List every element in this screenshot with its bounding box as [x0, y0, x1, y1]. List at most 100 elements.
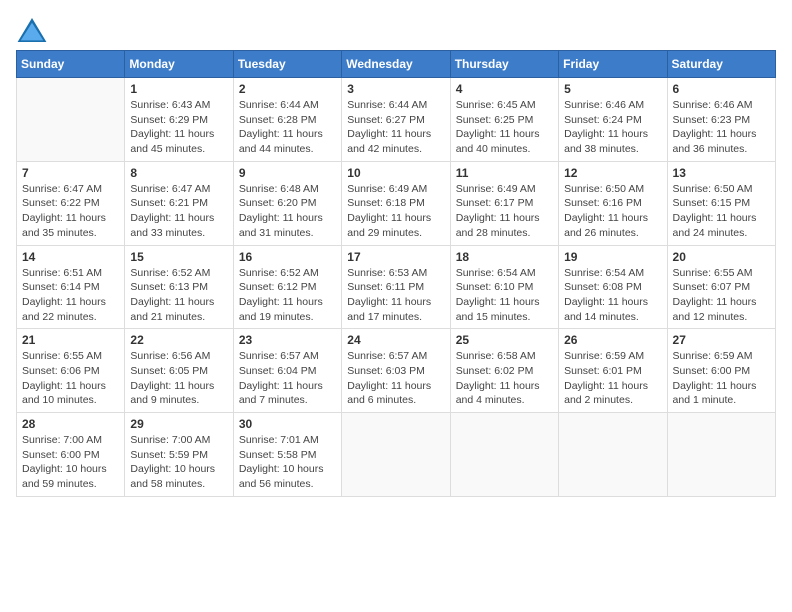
- calendar-cell: 12 Sunrise: 6:50 AMSunset: 6:16 PMDayligh…: [559, 161, 667, 245]
- calendar-cell: 1 Sunrise: 6:43 AMSunset: 6:29 PMDaylight…: [125, 78, 233, 162]
- calendar-week-row: 1 Sunrise: 6:43 AMSunset: 6:29 PMDaylight…: [17, 78, 776, 162]
- calendar-cell: 7Sunrise: 6:47 AMSunset: 6:22 PMDaylight…: [17, 161, 125, 245]
- calendar-cell: 23 Sunrise: 6:57 AMSunset: 6:04 PMDayligh…: [233, 329, 341, 413]
- calendar-cell: 6Sunrise: 6:46 AMSunset: 6:23 PMDaylight…: [667, 78, 775, 162]
- day-number: 19: [564, 250, 661, 264]
- weekday-header-monday: Monday: [125, 51, 233, 78]
- day-number: 5: [564, 82, 661, 96]
- day-number: 7: [22, 166, 119, 180]
- calendar-cell: 14 Sunrise: 6:51 AMSunset: 6:14 PMDayligh…: [17, 245, 125, 329]
- day-info: Sunrise: 6:52 AMSunset: 6:13 PMDaylight:…: [130, 266, 227, 325]
- day-info: Sunrise: 6:59 AMSunset: 6:00 PMDaylight:…: [673, 349, 770, 408]
- calendar-cell: [342, 413, 450, 497]
- calendar-cell: 24 Sunrise: 6:57 AMSunset: 6:03 PMDayligh…: [342, 329, 450, 413]
- day-info: Sunrise: 6:51 AMSunset: 6:14 PMDaylight:…: [22, 266, 119, 325]
- day-number: 18: [456, 250, 553, 264]
- calendar-cell: 18 Sunrise: 6:54 AMSunset: 6:10 PMDayligh…: [450, 245, 558, 329]
- day-number: 4: [456, 82, 553, 96]
- calendar-week-row: 21 Sunrise: 6:55 AMSunset: 6:06 PMDayligh…: [17, 329, 776, 413]
- calendar-week-row: 7Sunrise: 6:47 AMSunset: 6:22 PMDaylight…: [17, 161, 776, 245]
- calendar-cell: 29 Sunrise: 7:00 AMSunset: 5:59 PMDayligh…: [125, 413, 233, 497]
- weekday-header-tuesday: Tuesday: [233, 51, 341, 78]
- day-number: 26: [564, 333, 661, 347]
- day-info: Sunrise: 6:54 AMSunset: 6:08 PMDaylight:…: [564, 266, 661, 325]
- day-number: 21: [22, 333, 119, 347]
- calendar-cell: 26Sunrise: 6:59 AMSunset: 6:01 PMDayligh…: [559, 329, 667, 413]
- day-info: Sunrise: 6:53 AMSunset: 6:11 PMDaylight:…: [347, 266, 444, 325]
- calendar-cell: 25 Sunrise: 6:58 AMSunset: 6:02 PMDayligh…: [450, 329, 558, 413]
- day-number: 15: [130, 250, 227, 264]
- day-number: 14: [22, 250, 119, 264]
- calendar-cell: 20Sunrise: 6:55 AMSunset: 6:07 PMDayligh…: [667, 245, 775, 329]
- calendar-cell: 3Sunrise: 6:44 AMSunset: 6:27 PMDaylight…: [342, 78, 450, 162]
- day-info: Sunrise: 6:43 AMSunset: 6:29 PMDaylight:…: [130, 98, 227, 157]
- weekday-header-sunday: Sunday: [17, 51, 125, 78]
- day-number: 24: [347, 333, 444, 347]
- day-number: 12: [564, 166, 661, 180]
- calendar-header-row: SundayMondayTuesdayWednesdayThursdayFrid…: [17, 51, 776, 78]
- day-info: Sunrise: 6:58 AMSunset: 6:02 PMDaylight:…: [456, 349, 553, 408]
- calendar-cell: 21 Sunrise: 6:55 AMSunset: 6:06 PMDayligh…: [17, 329, 125, 413]
- day-number: 8: [130, 166, 227, 180]
- day-number: 22: [130, 333, 227, 347]
- day-info: Sunrise: 6:55 AMSunset: 6:07 PMDaylight:…: [673, 266, 770, 325]
- weekday-header-saturday: Saturday: [667, 51, 775, 78]
- day-number: 10: [347, 166, 444, 180]
- day-info: Sunrise: 6:50 AMSunset: 6:15 PMDaylight:…: [673, 182, 770, 241]
- logo: [16, 16, 52, 44]
- calendar-cell: 27 Sunrise: 6:59 AMSunset: 6:00 PMDayligh…: [667, 329, 775, 413]
- day-number: 1: [130, 82, 227, 96]
- day-number: 30: [239, 417, 336, 431]
- day-info: Sunrise: 6:57 AMSunset: 6:03 PMDaylight:…: [347, 349, 444, 408]
- day-info: Sunrise: 6:45 AMSunset: 6:25 PMDaylight:…: [456, 98, 553, 157]
- day-info: Sunrise: 6:48 AMSunset: 6:20 PMDaylight:…: [239, 182, 336, 241]
- calendar-cell: [559, 413, 667, 497]
- calendar-cell: 2 Sunrise: 6:44 AMSunset: 6:28 PMDaylight…: [233, 78, 341, 162]
- calendar-cell: 28Sunrise: 7:00 AMSunset: 6:00 PMDayligh…: [17, 413, 125, 497]
- calendar-cell: 19 Sunrise: 6:54 AMSunset: 6:08 PMDayligh…: [559, 245, 667, 329]
- day-info: Sunrise: 6:55 AMSunset: 6:06 PMDaylight:…: [22, 349, 119, 408]
- calendar-week-row: 14 Sunrise: 6:51 AMSunset: 6:14 PMDayligh…: [17, 245, 776, 329]
- calendar-cell: 16Sunrise: 6:52 AMSunset: 6:12 PMDayligh…: [233, 245, 341, 329]
- day-info: Sunrise: 6:50 AMSunset: 6:16 PMDaylight:…: [564, 182, 661, 241]
- day-info: Sunrise: 7:01 AMSunset: 5:58 PMDaylight:…: [239, 433, 336, 492]
- calendar-cell: 13 Sunrise: 6:50 AMSunset: 6:15 PMDayligh…: [667, 161, 775, 245]
- day-number: 2: [239, 82, 336, 96]
- day-number: 25: [456, 333, 553, 347]
- calendar-table: SundayMondayTuesdayWednesdayThursdayFrid…: [16, 50, 776, 497]
- calendar-cell: [667, 413, 775, 497]
- day-info: Sunrise: 7:00 AMSunset: 5:59 PMDaylight:…: [130, 433, 227, 492]
- calendar-cell: 22 Sunrise: 6:56 AMSunset: 6:05 PMDayligh…: [125, 329, 233, 413]
- day-number: 9: [239, 166, 336, 180]
- day-info: Sunrise: 6:46 AMSunset: 6:24 PMDaylight:…: [564, 98, 661, 157]
- day-info: Sunrise: 6:44 AMSunset: 6:28 PMDaylight:…: [239, 98, 336, 157]
- logo-icon: [16, 16, 48, 44]
- calendar-cell: 30 Sunrise: 7:01 AMSunset: 5:58 PMDayligh…: [233, 413, 341, 497]
- day-info: Sunrise: 7:00 AMSunset: 6:00 PMDaylight:…: [22, 433, 119, 492]
- day-number: 6: [673, 82, 770, 96]
- day-info: Sunrise: 6:57 AMSunset: 6:04 PMDaylight:…: [239, 349, 336, 408]
- calendar-cell: 17Sunrise: 6:53 AMSunset: 6:11 PMDayligh…: [342, 245, 450, 329]
- calendar-cell: 15 Sunrise: 6:52 AMSunset: 6:13 PMDayligh…: [125, 245, 233, 329]
- calendar-cell: 4 Sunrise: 6:45 AMSunset: 6:25 PMDaylight…: [450, 78, 558, 162]
- day-info: Sunrise: 6:56 AMSunset: 6:05 PMDaylight:…: [130, 349, 227, 408]
- day-info: Sunrise: 6:49 AMSunset: 6:17 PMDaylight:…: [456, 182, 553, 241]
- day-info: Sunrise: 6:47 AMSunset: 6:21 PMDaylight:…: [130, 182, 227, 241]
- day-number: 16: [239, 250, 336, 264]
- calendar-cell: 5 Sunrise: 6:46 AMSunset: 6:24 PMDaylight…: [559, 78, 667, 162]
- calendar-week-row: 28Sunrise: 7:00 AMSunset: 6:00 PMDayligh…: [17, 413, 776, 497]
- day-number: 13: [673, 166, 770, 180]
- page-header: [16, 16, 776, 44]
- calendar-cell: [17, 78, 125, 162]
- calendar-cell: 11Sunrise: 6:49 AMSunset: 6:17 PMDayligh…: [450, 161, 558, 245]
- day-number: 3: [347, 82, 444, 96]
- day-number: 27: [673, 333, 770, 347]
- day-number: 23: [239, 333, 336, 347]
- calendar-cell: 10 Sunrise: 6:49 AMSunset: 6:18 PMDayligh…: [342, 161, 450, 245]
- day-info: Sunrise: 6:49 AMSunset: 6:18 PMDaylight:…: [347, 182, 444, 241]
- calendar-cell: 8 Sunrise: 6:47 AMSunset: 6:21 PMDaylight…: [125, 161, 233, 245]
- day-info: Sunrise: 6:54 AMSunset: 6:10 PMDaylight:…: [456, 266, 553, 325]
- day-number: 29: [130, 417, 227, 431]
- calendar-cell: 9 Sunrise: 6:48 AMSunset: 6:20 PMDaylight…: [233, 161, 341, 245]
- calendar-cell: [450, 413, 558, 497]
